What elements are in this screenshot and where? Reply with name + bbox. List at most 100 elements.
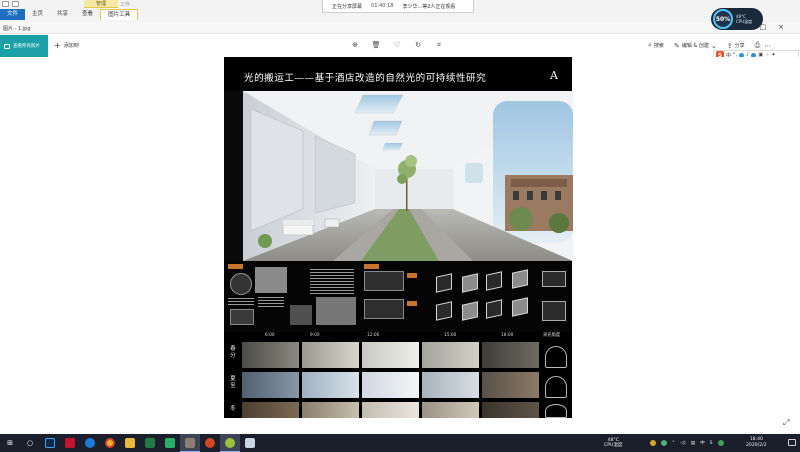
photos-taskbar-icon[interactable] (180, 434, 200, 452)
taskbar-clock[interactable]: 18:40 2020/2/2 (746, 437, 767, 449)
section-tag (228, 264, 243, 269)
edit-create-button[interactable]: ✎ 编辑 & 创建 ⌄ (674, 42, 717, 50)
section-tag-4 (407, 301, 417, 306)
tray-cpu-temp[interactable]: 48°C CPU温度 (604, 438, 623, 448)
edge-icon[interactable] (80, 434, 100, 452)
tab-share[interactable]: 共享 (50, 9, 75, 20)
system-tray: 48°C CPU温度 ⌃ ◁) ▤ 中 S (604, 434, 724, 452)
network-icon[interactable]: ▤ (691, 441, 695, 446)
tray-app-icon[interactable] (649, 440, 656, 446)
zoom-icon[interactable]: ⊕ (351, 41, 359, 49)
light-module-detail-2 (542, 301, 566, 321)
start-icon[interactable]: ⊞ (0, 434, 20, 452)
render-cell (362, 372, 419, 398)
tab-view[interactable]: 查看 (75, 9, 100, 20)
folder-icon[interactable] (2, 1, 9, 7)
cpu-temp: 48°C CPU温度 (736, 14, 753, 24)
sun-angle-diagram (545, 346, 567, 368)
time-label: 12:00 (367, 333, 380, 338)
render-cell (482, 402, 539, 418)
time-label: 18:00 (501, 333, 514, 338)
analysis-text (310, 269, 354, 295)
add-to-label: 添加到 (63, 43, 79, 49)
powerpoint-icon[interactable] (200, 434, 220, 452)
close-button[interactable]: × (778, 23, 784, 31)
existing-site-photo (255, 267, 287, 293)
wechat-work-icon[interactable] (160, 434, 180, 452)
winter-strip (242, 402, 540, 418)
context-tab-group: 管理 (84, 0, 118, 8)
context-tab-group-2: 工作 (120, 2, 131, 8)
crop-icon[interactable]: ⌗ (435, 41, 443, 49)
seasonal-light-study: 春 分 夏 至 冬 (224, 340, 572, 418)
sun-angle-diagram (545, 404, 567, 418)
image-canvas[interactable]: 光的搬运工——基于酒店改造的自然光的可持续性研究 A 6:00 9:00 12:… (0, 57, 800, 434)
render-cell (362, 402, 419, 418)
share-icon: ⇪ (726, 41, 733, 50)
tab-file[interactable]: 文件 (0, 9, 26, 20)
tab-home[interactable]: 主页 (25, 9, 50, 20)
add-to-button[interactable]: + 添加到 (54, 41, 79, 49)
render-cell (242, 372, 299, 398)
see-all-label: 查看所有照片 (13, 44, 40, 49)
photoshop-icon[interactable] (40, 434, 60, 452)
print-icon[interactable]: ⎙ (755, 41, 761, 50)
module-cube (462, 273, 478, 293)
section-diagram-1 (364, 271, 404, 291)
module-cube (436, 273, 452, 293)
poster-image: 光的搬运工——基于酒店改造的自然光的可持续性研究 A 6:00 9:00 12:… (224, 57, 573, 418)
module-cube (462, 301, 478, 321)
render-cell (242, 402, 299, 418)
share-timer: 01:40:18 (371, 3, 394, 9)
existing-photo-2 (290, 305, 312, 325)
autocad-icon[interactable] (60, 434, 80, 452)
wechat-tray-icon[interactable] (717, 440, 724, 446)
module-cube (436, 301, 452, 321)
corridor-render (243, 91, 573, 261)
tray-app-icon[interactable] (660, 440, 667, 446)
poster-title: 光的搬运工——基于酒店改造的自然光的可持续性研究 (244, 73, 487, 84)
side-label: 采光角度 (543, 333, 561, 338)
search-people-button[interactable]: ⌕ 搜索 (648, 41, 664, 50)
taskbar: ⊞ ○ 48°C CPU温度 ⌃ ◁) ▤ 中 S 18:40 2020/2/2 (0, 434, 800, 452)
site-notes (228, 298, 254, 306)
meeting-app-icon[interactable] (220, 434, 240, 452)
ime-s-icon[interactable]: S (710, 441, 713, 446)
analysis-diagrams (224, 261, 572, 332)
performance-widget[interactable]: 50% 48°C CPU温度 (711, 8, 763, 30)
render-cell (242, 342, 299, 368)
favorite-icon[interactable]: ♡ (393, 41, 401, 49)
render-cell (362, 342, 419, 368)
photos-title-bar: 图片 - 1.jpg – □ × (0, 22, 800, 34)
existing-notes (258, 297, 284, 307)
delete-icon[interactable]: 🗑 (372, 41, 381, 49)
share-button[interactable]: ⇪ 分享 (727, 42, 745, 50)
rotate-icon[interactable]: ↻ (414, 41, 422, 49)
window-title: 图片 - 1.jpg (3, 26, 31, 32)
volume-icon[interactable]: ◁) (680, 441, 685, 446)
chevron-up-icon[interactable]: ⌃ (672, 441, 676, 446)
corridor-render-art (243, 91, 573, 261)
light-module-detail (542, 271, 566, 287)
image-viewer-icon[interactable] (240, 434, 260, 452)
photos-toolbar: 查看所有照片 + 添加到 ⊕ 🗑 ♡ ↻ ⌗ ⌕ 搜索 ✎ 编辑 & 创建 ⌄ … (0, 35, 800, 57)
save-icon[interactable] (12, 1, 19, 7)
tab-picture-tools[interactable]: 图片工具 (100, 9, 139, 20)
fullscreen-icon[interactable]: ⤢ (783, 418, 789, 428)
search-icon[interactable]: ○ (20, 434, 40, 452)
chrome-icon[interactable] (100, 434, 120, 452)
section-tag-2 (364, 264, 379, 269)
sun-angle-diagram (545, 376, 567, 398)
screen-share-banner[interactable]: 正在分享屏幕 01:40:18 李少华...等2人正在观看 (322, 0, 474, 13)
render-cell (422, 372, 479, 398)
more-icon[interactable]: ⋯ (764, 42, 771, 50)
render-cell (422, 402, 479, 418)
poster-header: 光的搬运工——基于酒店改造的自然光的可持续性研究 A (224, 57, 572, 91)
file-explorer-icon[interactable] (120, 434, 140, 452)
time-label: 6:00 (265, 333, 275, 338)
taskbar-apps: ⊞ ○ (0, 434, 260, 452)
excel-icon[interactable] (140, 434, 160, 452)
see-all-photos-button[interactable]: 查看所有照片 (0, 35, 48, 57)
taskbar-ime-mode[interactable]: 中 (700, 440, 705, 446)
notification-icon[interactable] (788, 439, 796, 446)
